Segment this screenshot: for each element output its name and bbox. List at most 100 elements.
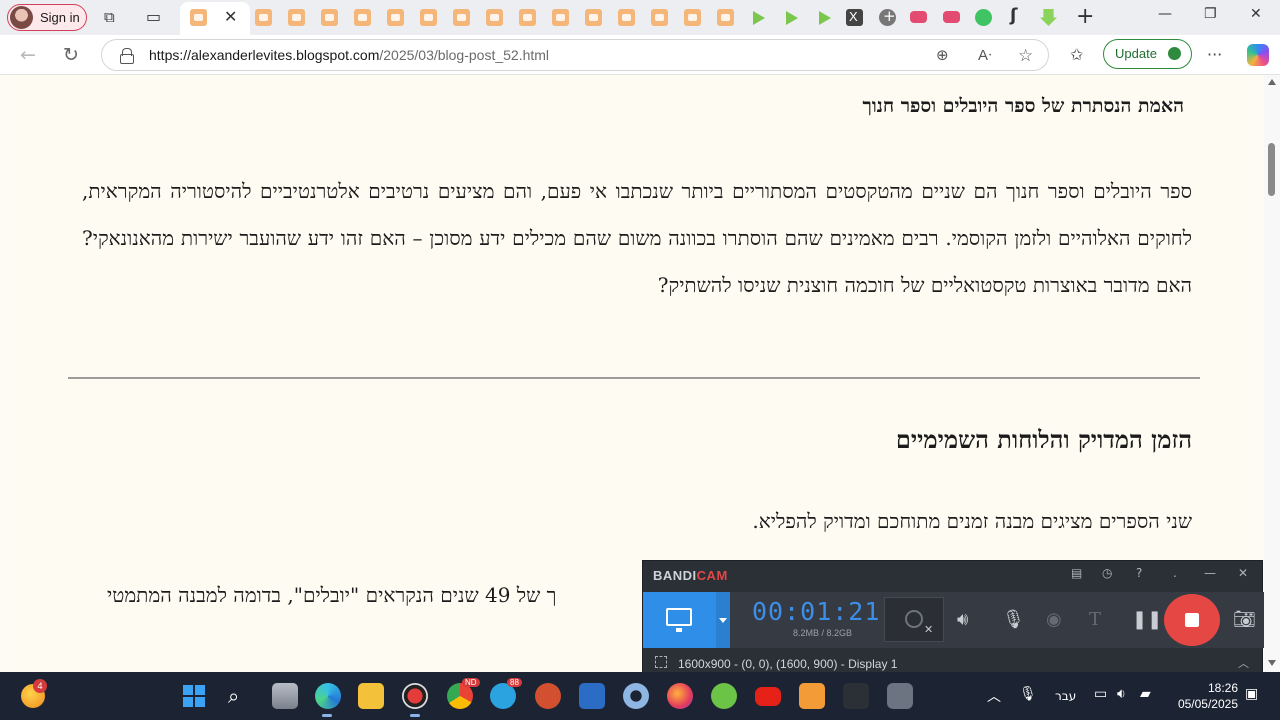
workspaces-icon[interactable]: ⧉ [104,8,115,26]
screen-mode-button[interactable] [643,592,716,648]
network-icon[interactable]: ▭ [1094,686,1107,702]
bandicam-logo: BANDICAM [653,568,728,583]
tab-blogger-icon[interactable] [321,9,338,26]
word-icon[interactable] [579,683,605,709]
blogger-taskbar-icon[interactable] [799,683,825,709]
file-explorer-icon[interactable] [358,683,384,709]
start-icon[interactable] [183,685,205,707]
zoom-icon[interactable]: ⊕ [936,46,949,64]
rumble-taskbar-icon[interactable] [711,683,737,709]
folder-icon[interactable]: ▤ [1071,566,1082,580]
telegram-badge: 88 [507,678,522,687]
tab-youtube-icon[interactable] [943,11,960,23]
address-bar[interactable]: https://alexanderlevites.blogspot.com/20… [101,39,1049,71]
copilot-icon[interactable] [1247,44,1269,66]
scroll-thumb[interactable] [1268,143,1275,196]
scrollbar[interactable] [1264,75,1280,672]
lock-icon[interactable] [120,48,134,64]
tab-blogger-icon[interactable] [387,9,404,26]
mouse-effect-icon[interactable]: ◉ [1046,609,1062,630]
tab-blogger-icon[interactable] [684,9,701,26]
taskbar: 4 ⌕ ND 88 ︿ 🎙︎ עבר ▭ 🔉︎ ▰ 18:26 05/05/20… [0,672,1280,720]
record-timer: 00:01:21 [752,597,881,626]
scroll-down-icon[interactable] [1268,660,1276,666]
tab-x-icon[interactable] [846,9,863,26]
tray-overflow-icon[interactable]: ︿ [987,686,1001,706]
tab-blogger-icon[interactable] [486,9,503,26]
youtube-taskbar-icon[interactable] [755,687,781,706]
restore-icon[interactable]: ❐ [1204,6,1217,22]
settings-icon[interactable] [623,683,649,709]
bandicam-window[interactable]: BANDICAM ▤ ◷ ? . — ✕ 00:01:21 8.2MB / 8.… [642,560,1264,673]
mode-dropdown[interactable] [716,592,730,648]
help-icon[interactable]: ? [1136,566,1142,580]
tab-blogger-icon[interactable] [354,9,371,26]
tab-feather-icon[interactable]: ʃ [1010,5,1017,26]
tab-blogger-icon[interactable] [420,9,437,26]
minimize-icon[interactable]: — [1158,6,1172,22]
selection-icon [655,656,667,668]
tab-plus-icon[interactable] [879,7,896,26]
tab-download-icon[interactable] [1040,9,1057,26]
favorites-icon[interactable]: ✩ [1070,45,1083,64]
url-text[interactable]: https://alexanderlevites.blogspot.com/20… [149,47,549,63]
tab-rumble-icon[interactable] [783,9,800,26]
tab-blogger-icon[interactable] [519,9,536,26]
tab-rumble-icon[interactable] [750,9,767,26]
update-badge-icon [1168,47,1181,60]
weather-icon[interactable]: 4 [21,679,47,708]
expand-icon[interactable]: ︿ [1238,655,1249,671]
tab-blogger-icon[interactable] [651,9,668,26]
bandicam-close-icon[interactable]: ✕ [1238,566,1248,580]
collapse-icon[interactable]: . [1173,566,1177,580]
more-menu-icon[interactable]: ··· [1207,45,1222,64]
pause-icon[interactable]: ❚❚ [1132,609,1162,630]
clock[interactable]: 18:26 05/05/2025 [1172,680,1238,712]
tab-spotify-icon[interactable] [975,9,992,26]
signin-button[interactable]: Sign in [7,4,87,31]
tab-blogger-icon[interactable] [717,9,734,26]
clock-icon[interactable]: ◷ [1102,566,1112,580]
close-tab-icon[interactable]: ✕ [224,7,237,26]
new-tab-icon[interactable]: + [1076,4,1094,29]
toolbar: ← ↻ https://alexanderlevites.blogspot.co… [0,35,1280,75]
update-button[interactable]: Update [1103,39,1192,69]
camera-app-icon[interactable] [887,683,913,709]
stop-record-button[interactable] [1164,594,1220,646]
close-window-icon[interactable]: ✕ [1250,6,1262,22]
scroll-up-icon[interactable] [1268,79,1276,85]
tab-rumble-icon[interactable] [816,9,833,26]
battery-icon[interactable]: ▰ [1140,686,1151,702]
tab-youtube-icon[interactable] [910,11,927,23]
back-icon[interactable]: ← [15,42,41,68]
firefox-icon[interactable] [667,683,693,709]
powerpoint-icon[interactable] [535,683,561,709]
file-size: 8.2MB / 8.2GB [793,628,853,638]
tab-blogger-icon[interactable] [255,9,272,26]
edge-icon[interactable] [315,683,341,709]
tray-mic-icon[interactable]: 🎙︎ [1019,686,1037,702]
bandicam-minimize-icon[interactable]: — [1204,566,1216,580]
notifications-icon[interactable]: ▣ [1245,686,1258,702]
tab-blogger-icon[interactable] [552,9,569,26]
read-aloud-icon[interactable]: Aᐧ [978,46,992,64]
screenshot-icon[interactable]: 📷︎ [1233,609,1256,630]
webcam-toggle[interactable]: ✕ [884,597,944,642]
task-view-icon[interactable] [272,683,298,709]
text-overlay-icon[interactable]: T [1089,609,1101,630]
tab-blogger-icon[interactable] [288,9,305,26]
tab-blogger-icon[interactable] [190,9,207,26]
speaker-icon[interactable]: 🔊︎ [957,609,968,630]
ai-sparkle-icon[interactable] [843,683,869,709]
tab-blogger-icon[interactable] [585,9,602,26]
refresh-icon[interactable]: ↻ [58,42,84,68]
tab-actions-icon[interactable]: ▭ [146,7,161,26]
language-indicator[interactable]: עבר [1055,689,1076,703]
microphone-icon[interactable]: 🎙︎ [1002,609,1025,630]
volume-icon[interactable]: 🔉︎ [1117,686,1126,702]
bandicam-taskbar-icon[interactable] [402,683,428,709]
tab-blogger-icon[interactable] [618,9,635,26]
favorite-star-icon[interactable]: ☆ [1018,46,1033,66]
tab-blogger-icon[interactable] [453,9,470,26]
search-icon[interactable]: ⌕ [228,684,239,708]
